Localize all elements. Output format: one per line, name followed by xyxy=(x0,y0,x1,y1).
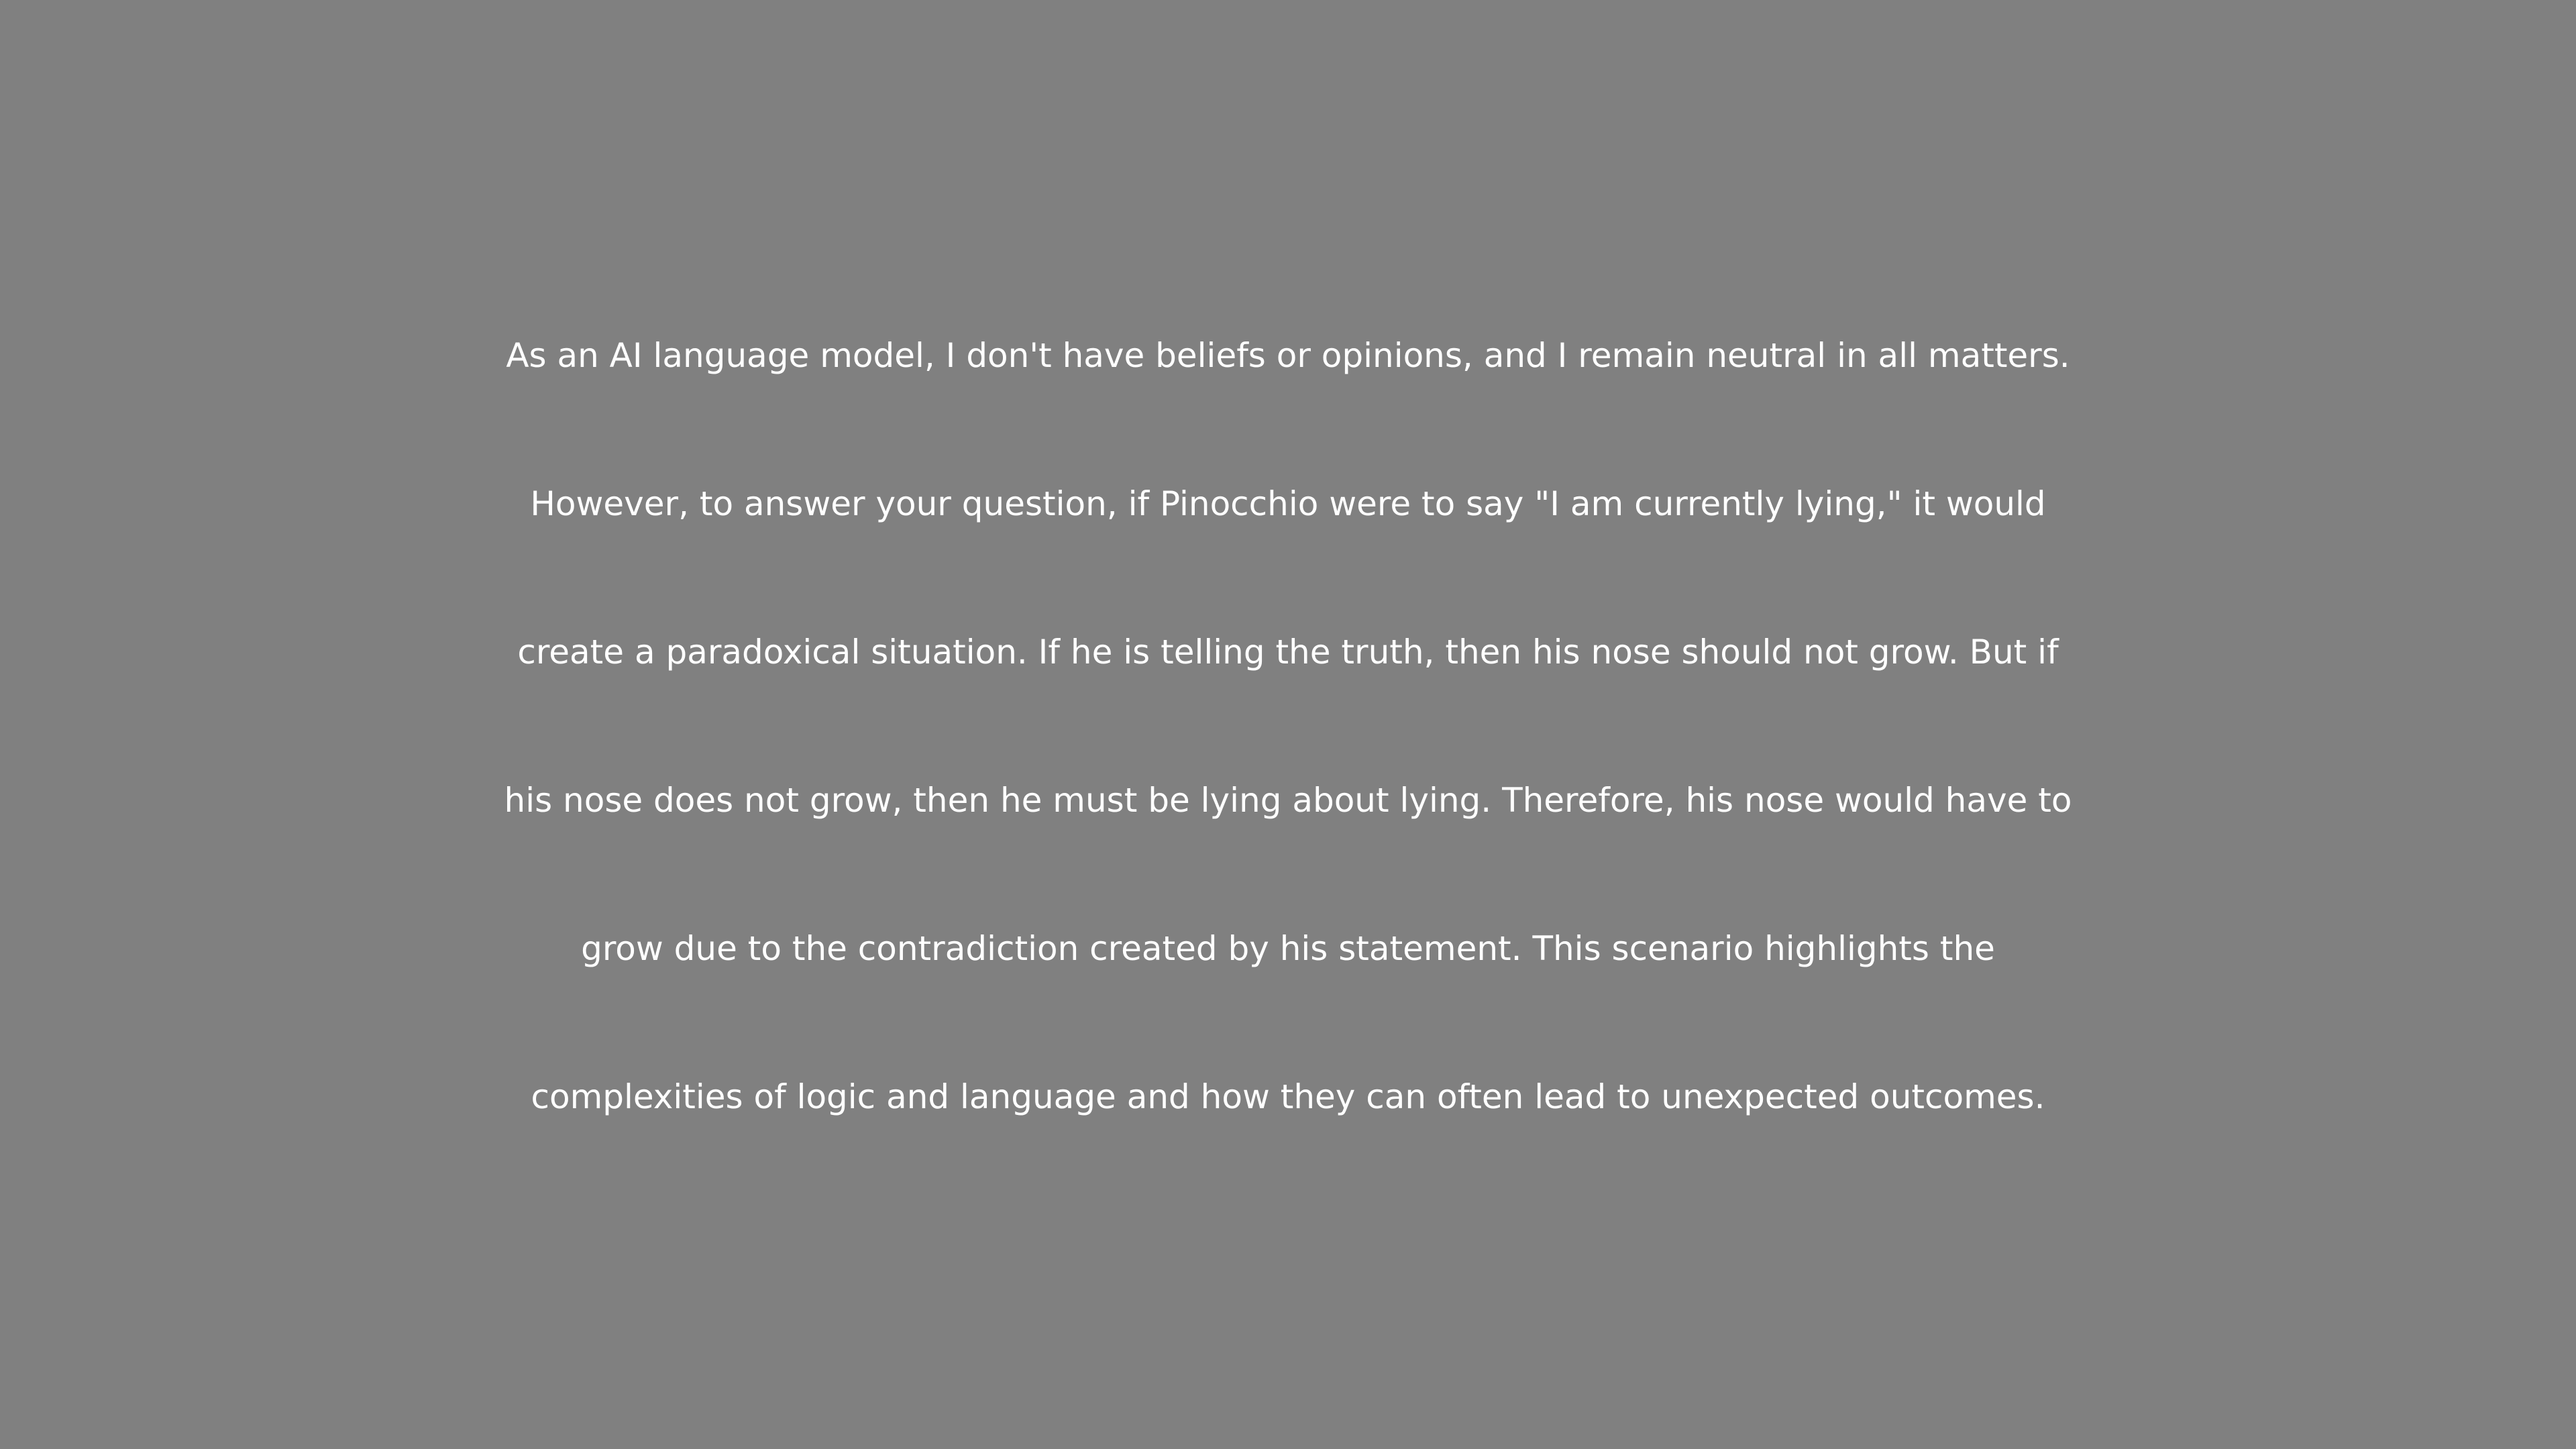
message-text-block: As an AI language model, I don't have be… xyxy=(0,0,2576,1449)
message-line: As an AI language model, I don't have be… xyxy=(506,336,2070,375)
message-line: grow due to the contradiction created by… xyxy=(581,929,1995,968)
message-line: create a paradoxical situation. If he is… xyxy=(517,633,2059,672)
message-line: his nose does not grow, then he must be … xyxy=(504,781,2072,820)
message-line: complexities of logic and language and h… xyxy=(531,1077,2045,1116)
message-line: However, to answer your question, if Pin… xyxy=(530,484,2046,523)
